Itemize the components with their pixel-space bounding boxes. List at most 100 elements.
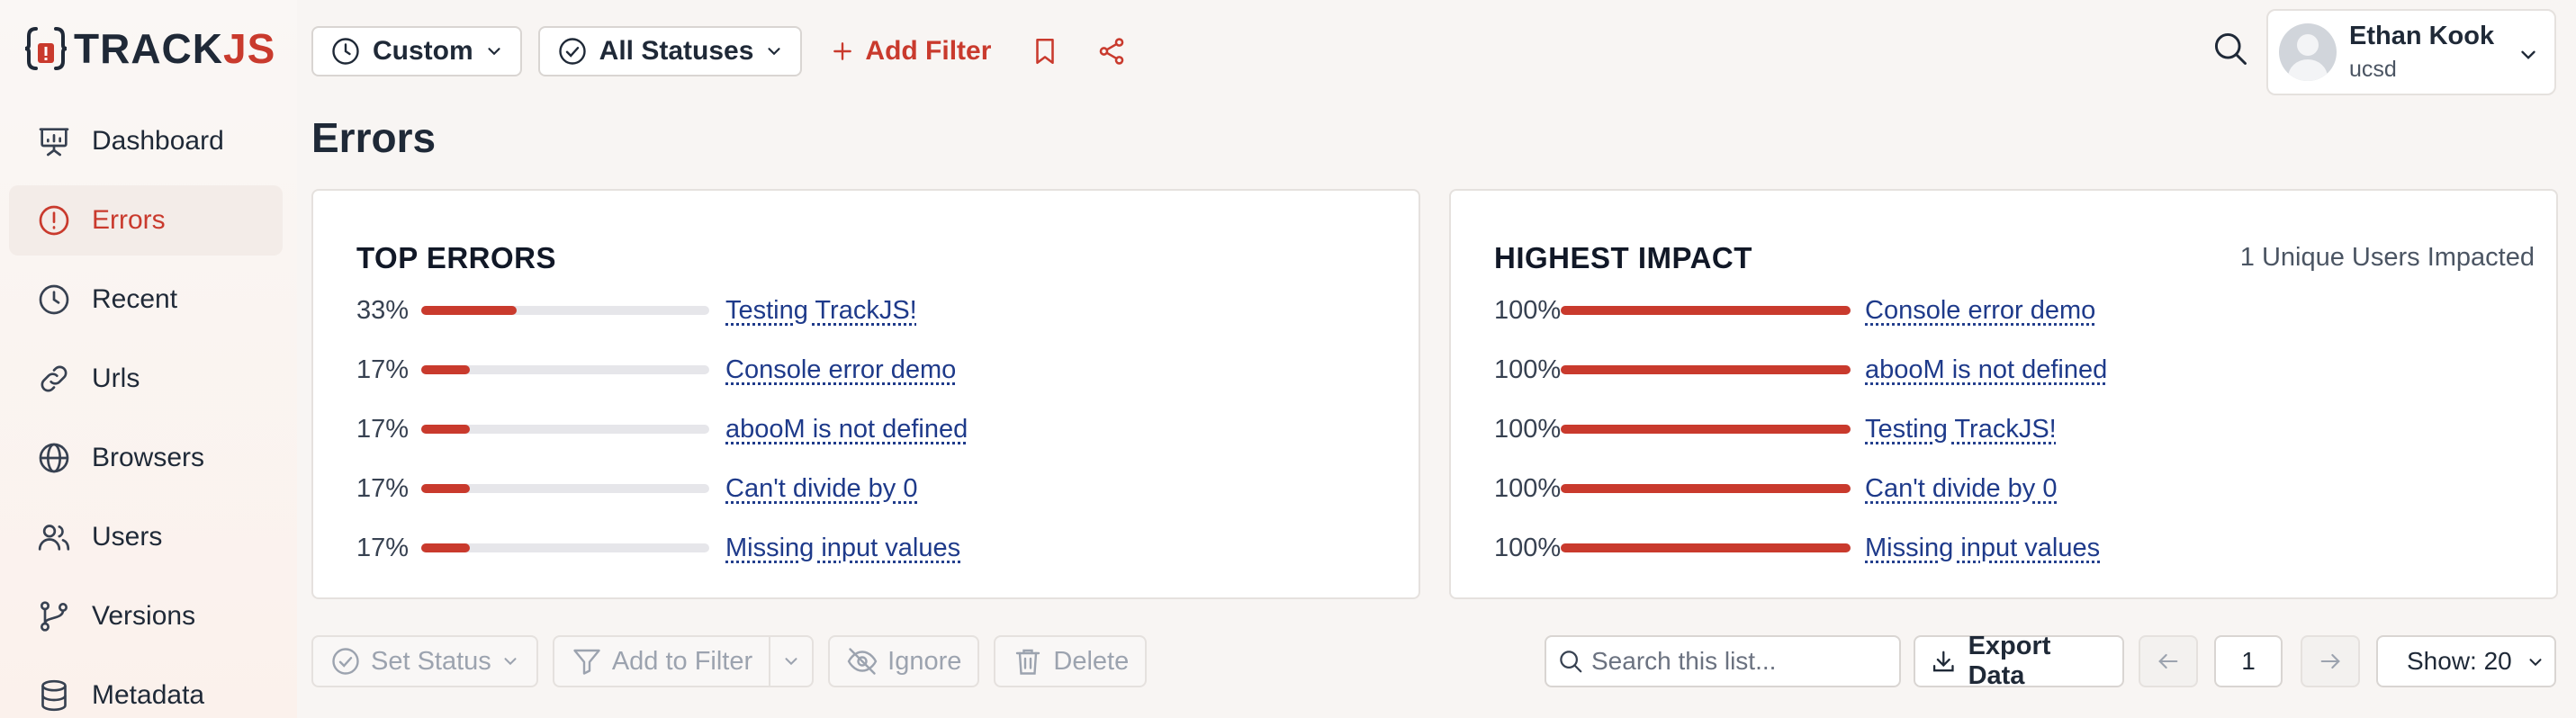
sidebar-item-label: Recent xyxy=(92,284,178,314)
search-icon xyxy=(1560,651,1582,673)
share-icon xyxy=(1100,38,1124,65)
error-bar xyxy=(421,306,709,315)
database-icon xyxy=(41,679,67,712)
error-bar xyxy=(421,425,709,434)
error-link[interactable]: abooM is not defined xyxy=(1865,355,2107,385)
next-page-button[interactable] xyxy=(2301,635,2360,687)
delete-button[interactable]: Delete xyxy=(994,635,1148,687)
highest-impact-list: 100% Console error demo 100% abooM is no… xyxy=(1494,281,2107,578)
impact-bar-fill xyxy=(1561,306,1851,315)
status-dropdown[interactable]: All Statuses xyxy=(537,26,803,76)
sidebar-item-metadata[interactable]: Metadata xyxy=(9,660,283,718)
ignore-button[interactable]: Ignore xyxy=(828,635,980,687)
error-bar xyxy=(421,365,709,374)
error-percent: 17% xyxy=(356,533,410,562)
error-link[interactable]: Missing input values xyxy=(725,534,960,563)
sidebar-item-label: Urls xyxy=(92,363,140,393)
error-link[interactable]: Missing input values xyxy=(1865,534,2100,563)
add-to-filter-button[interactable]: Add to Filter xyxy=(552,635,770,687)
sidebar-item-browsers[interactable]: Browsers xyxy=(9,423,283,493)
page-number-input[interactable]: 1 xyxy=(2214,635,2283,687)
list-item: 100% Can't divide by 0 xyxy=(1494,459,2107,518)
chevron-down-icon xyxy=(2521,50,2535,59)
sidebar-nav: Dashboard Errors Recent Urls Browsers Us… xyxy=(9,106,283,718)
error-bar-fill xyxy=(421,306,517,315)
error-link[interactable]: Console error demo xyxy=(725,355,956,385)
globe-icon xyxy=(39,443,69,473)
impact-bar-fill xyxy=(1561,365,1851,374)
error-percent: 33% xyxy=(356,295,410,325)
user-org: ucsd xyxy=(2349,57,2397,82)
global-search-button[interactable] xyxy=(2205,23,2256,74)
search-icon xyxy=(2214,32,2247,65)
chevron-down-icon xyxy=(768,48,781,56)
filter-icon xyxy=(573,649,600,675)
impact-percent: 100% xyxy=(1494,355,1562,384)
user-info: Ethan Kook ucsd xyxy=(2349,22,2494,83)
highest-impact-card: HIGHEST IMPACT 1 Unique Users Impacted 1… xyxy=(1449,189,2558,599)
sidebar-item-errors[interactable]: Errors xyxy=(9,185,283,256)
impact-bar xyxy=(1561,543,1851,552)
add-to-filter-label: Add to Filter xyxy=(611,646,753,676)
error-link[interactable]: abooM is not defined xyxy=(725,415,968,444)
bookmark-button[interactable] xyxy=(1020,26,1070,76)
error-link[interactable]: Can't divide by 0 xyxy=(725,474,918,504)
impact-bar-fill xyxy=(1561,484,1851,493)
sidebar-item-label: Errors xyxy=(92,205,166,235)
set-status-button[interactable]: Set Status xyxy=(311,635,538,687)
arrow-left-icon xyxy=(2158,653,2178,669)
share-button[interactable] xyxy=(1086,26,1137,76)
trackjs-logo-icon xyxy=(24,27,68,70)
page-size-select[interactable]: Show: 20 xyxy=(2376,635,2556,687)
list-search-input[interactable] xyxy=(1591,647,1897,676)
sidebar-item-label: Versions xyxy=(92,601,196,631)
top-errors-title: TOP ERRORS xyxy=(356,241,556,274)
prev-page-button[interactable] xyxy=(2139,635,2198,687)
sidebar: TRACKJS Dashboard Errors Recent Urls Bro… xyxy=(0,0,297,718)
impact-bar xyxy=(1561,484,1851,493)
error-bar-fill xyxy=(421,484,471,493)
error-bar xyxy=(421,484,709,493)
top-errors-card: TOP ERRORS 33% Testing TrackJS! 17% Cons… xyxy=(311,189,1420,599)
impact-bar xyxy=(1561,306,1851,315)
list-item: 17% Missing input values xyxy=(356,518,968,578)
link-icon xyxy=(41,365,68,392)
sidebar-item-label: Browsers xyxy=(92,443,205,472)
list-item: 17% abooM is not defined xyxy=(356,399,968,459)
presentation-chart-icon xyxy=(39,128,69,157)
error-link[interactable]: Testing TrackJS! xyxy=(725,296,917,326)
error-link[interactable]: Console error demo xyxy=(1865,296,2095,326)
sidebar-item-users[interactable]: Users xyxy=(9,502,283,572)
impact-bar xyxy=(1561,365,1851,374)
arrow-right-icon xyxy=(2320,653,2340,669)
error-percent: 17% xyxy=(356,414,410,444)
error-link[interactable]: Can't divide by 0 xyxy=(1865,474,2058,504)
bookmark-icon xyxy=(1036,38,1055,65)
add-filter-button[interactable]: Add Filter xyxy=(818,36,1004,67)
avatar xyxy=(2279,23,2337,81)
trackjs-logo[interactable]: TRACKJS xyxy=(23,22,275,76)
add-to-filter-dropdown[interactable] xyxy=(769,635,815,687)
delete-label: Delete xyxy=(1053,646,1130,676)
impact-bar-fill xyxy=(1561,425,1851,434)
export-data-button[interactable]: Export Data xyxy=(1914,632,2124,690)
list-item: 100% Missing input values xyxy=(1494,518,2107,578)
sidebar-item-versions[interactable]: Versions xyxy=(9,581,283,651)
trash-icon xyxy=(1016,649,1040,675)
clock-icon xyxy=(332,38,359,65)
sidebar-item-dashboard[interactable]: Dashboard xyxy=(9,106,283,176)
date-range-label: Custom xyxy=(373,36,473,66)
list-item: 17% Console error demo xyxy=(356,340,968,399)
sidebar-item-urls[interactable]: Urls xyxy=(9,344,283,414)
sidebar-item-recent[interactable]: Recent xyxy=(9,265,283,335)
set-status-label: Set Status xyxy=(371,646,491,676)
user-menu[interactable]: Ethan Kook ucsd xyxy=(2266,9,2556,95)
error-bar-fill xyxy=(421,425,471,434)
highest-impact-title: HIGHEST IMPACT xyxy=(1494,241,1752,274)
alert-circle-icon xyxy=(39,205,69,236)
date-range-dropdown[interactable]: Custom xyxy=(311,26,522,76)
error-link[interactable]: Testing TrackJS! xyxy=(1865,415,2057,444)
list-item: 17% Can't divide by 0 xyxy=(356,459,968,518)
sidebar-item-label: Users xyxy=(92,522,163,552)
export-data-label: Export Data xyxy=(1968,632,2051,690)
